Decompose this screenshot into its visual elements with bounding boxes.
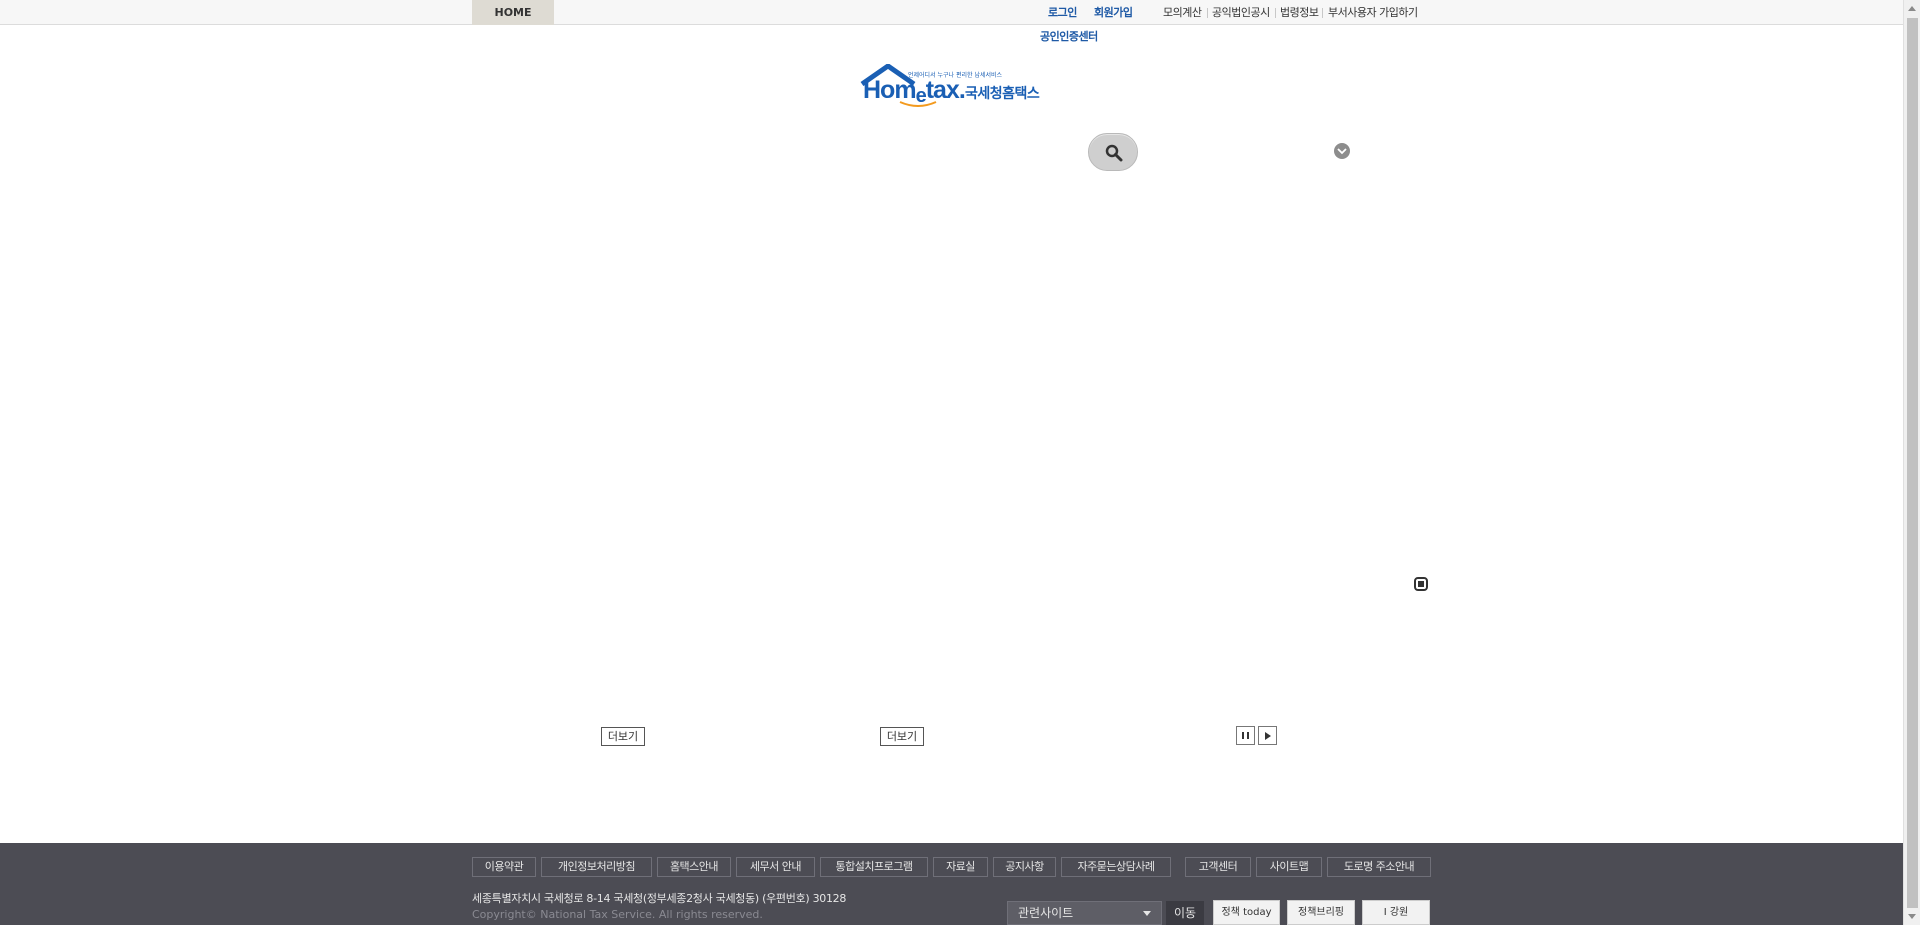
hometax-logo[interactable]: 언제어디서 누구나 편리한 납세서비스 Hometax. 국세청홈택스 [860, 60, 1045, 110]
mock-calc-link[interactable]: 모의계산 [1163, 0, 1202, 25]
go-button[interactable]: 이동 [1166, 901, 1204, 925]
pause-icon [1242, 732, 1249, 739]
footer-link-customer-center[interactable]: 고객센터 [1185, 857, 1251, 877]
scroll-down-arrow-icon[interactable] [1908, 914, 1916, 919]
footer-copyright: Copyright© National Tax Service. All rig… [472, 908, 763, 921]
search-icon [1105, 144, 1123, 162]
footer-link-tax-office[interactable]: 세무서 안내 [736, 857, 815, 877]
related-sites-select[interactable]: 관련사이트 [1007, 901, 1162, 925]
more-button[interactable]: 더보기 [601, 727, 645, 746]
banner-gangwon[interactable]: I 강원 [1362, 900, 1430, 925]
play-icon [1265, 732, 1271, 740]
footer-link-faq[interactable]: 자주묻는상담사례 [1061, 857, 1171, 877]
footer-link-hometax-guide[interactable]: 홈택스안내 [657, 857, 731, 877]
caret-down-icon [1143, 911, 1151, 916]
signup-link[interactable]: 회원가입 [1094, 0, 1133, 25]
expand-menu-button[interactable] [1334, 143, 1350, 159]
vertical-scrollbar[interactable] [1903, 0, 1920, 925]
related-sites-label: 관련사이트 [1018, 906, 1074, 920]
scrollbar-thumb[interactable] [1907, 18, 1918, 908]
dept-user-signup-link[interactable]: 부서사용자 가입하기 [1328, 0, 1418, 25]
chevron-down-icon [1337, 148, 1347, 155]
cert-center-link[interactable]: 공인인증센터 [1040, 28, 1098, 44]
footer-link-terms[interactable]: 이용약관 [472, 857, 536, 877]
divider [1207, 8, 1208, 18]
public-corp-link[interactable]: 공익법인공시 [1212, 0, 1270, 25]
footer-link-sitemap[interactable]: 사이트맵 [1256, 857, 1322, 877]
page: HOME 로그인 회원가입 모의계산 공익법인공시 법령정보 부서사용자 가입하… [0, 0, 1920, 925]
logo-swoosh-icon [899, 101, 937, 107]
footer-link-install-program[interactable]: 통합설치프로그램 [820, 857, 928, 877]
footer: 이용약관 개인정보처리방침 홈택스안내 세무서 안내 통합설치프로그램 자료실 … [0, 843, 1903, 925]
footer-link-archive[interactable]: 자료실 [933, 857, 988, 877]
banner-policy-today[interactable]: 정책 today [1213, 900, 1280, 925]
more-button[interactable]: 더보기 [880, 727, 924, 746]
divider [1322, 8, 1323, 18]
banner-policy-briefing[interactable]: 정책브리핑 [1287, 900, 1355, 925]
stop-icon[interactable] [1414, 577, 1428, 591]
logo-korean-name: 국세청홈택스 [965, 86, 1040, 102]
search-button[interactable] [1088, 133, 1138, 171]
play-button[interactable] [1258, 726, 1277, 745]
footer-address: 세종특별자치시 국세청로 8-14 국세청(정부세종2청사 국세청동) (우편번… [472, 892, 847, 905]
login-link[interactable]: 로그인 [1048, 0, 1077, 25]
scroll-up-arrow-icon[interactable] [1908, 6, 1916, 11]
divider [1275, 8, 1276, 18]
footer-link-road-address[interactable]: 도로명 주소안내 [1327, 857, 1431, 877]
law-info-link[interactable]: 법령정보 [1280, 0, 1319, 25]
pause-button[interactable] [1236, 726, 1255, 745]
footer-link-privacy[interactable]: 개인정보처리방침 [541, 857, 652, 877]
home-tab[interactable]: HOME [472, 0, 554, 25]
top-bar: HOME 로그인 회원가입 모의계산 공익법인공시 법령정보 부서사용자 가입하… [0, 0, 1903, 25]
footer-link-notice[interactable]: 공지사항 [993, 857, 1056, 877]
